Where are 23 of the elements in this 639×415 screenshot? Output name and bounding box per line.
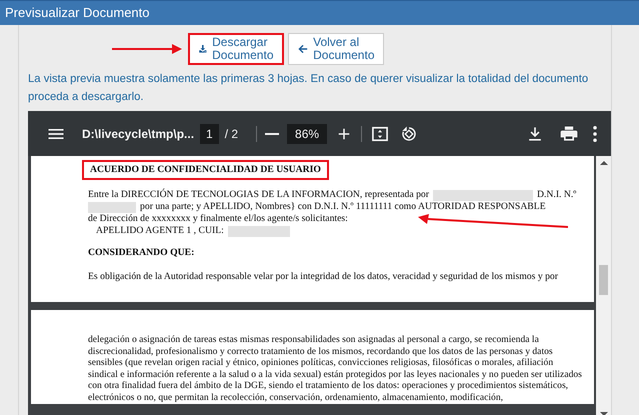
document-title: ACUERDO DE CONFIDENCIALIDAD DE USUARIO	[82, 160, 329, 180]
page-total: / 2	[224, 126, 238, 140]
document-paragraph: Es obligación de la Autoridad responsable velar por la integridad de los datos, veracidad y seguridad de los mismos y por	[88, 271, 559, 283]
zoom-field[interactable]: 86%	[287, 124, 328, 144]
more-icon	[593, 126, 597, 142]
download-document-button[interactable]: Descargar Documento	[188, 33, 284, 65]
document-text: Entre la DIRECCIÓN DE TECNOLOGIAS DE LA INFORMACION, representada por	[88, 189, 429, 201]
document-text: de Dirección de xxxxxxxx y finalmente el/los agente/s solicitantes:	[88, 213, 348, 225]
document-text: APELLIDO AGENTE 1 , CUIL:	[96, 225, 224, 237]
back-to-document-button[interactable]: Volver al Documento	[288, 33, 384, 65]
page-number-field[interactable]: 1	[200, 124, 219, 144]
document-heading: CONSIDERANDO QUE:	[88, 247, 196, 259]
preview-notice: La vista previa muestra solamente las primeras 3 hojas. En caso de querer visualizar la totalidad del documento proceda a descargarlo.	[28, 72, 590, 105]
window-title: Previsualizar Documento	[4, 4, 151, 22]
print-icon	[559, 124, 579, 144]
file-name: D:\livecycle\tmp\p...	[82, 126, 196, 140]
document-text: por una parte; y APELLIDO, Nombres} con D.N.I. N.º 11111111 como AUTORIDAD RESPONSABLE	[140, 201, 546, 213]
rotate-icon	[400, 124, 418, 142]
document-paragraph: delegación o asignación de tareas estas mismas responsabilidades son asignadas al personal a cargo, se recomienda la discrecionalidad, profesionalismo y correcto tratamiento de los mismos, recordando que los datos de las personas y datos sensibles (que revelan origen racial y étnico, opiniones políticas, convicciones religiosas, filosóficas o morales, afiliación sindical e información referente a la salud o a la vida sexual) están protegidos por las leyes nacionales y no pueden ser utilizados con otra finalidad fuera del ámbito de la DGE, siendo el tratamiento de los datos: operaciones y procedimientos sistemáticos, electrónicos o no, que permitan la recolección, conservación, ordenamiento, almacenamiento, modificación,	[88, 334, 583, 404]
document-text: D.N.I. N.º	[536, 189, 576, 201]
scrollbar[interactable]	[596, 156, 611, 415]
redacted-block	[88, 202, 136, 212]
redacted-block	[228, 226, 290, 236]
